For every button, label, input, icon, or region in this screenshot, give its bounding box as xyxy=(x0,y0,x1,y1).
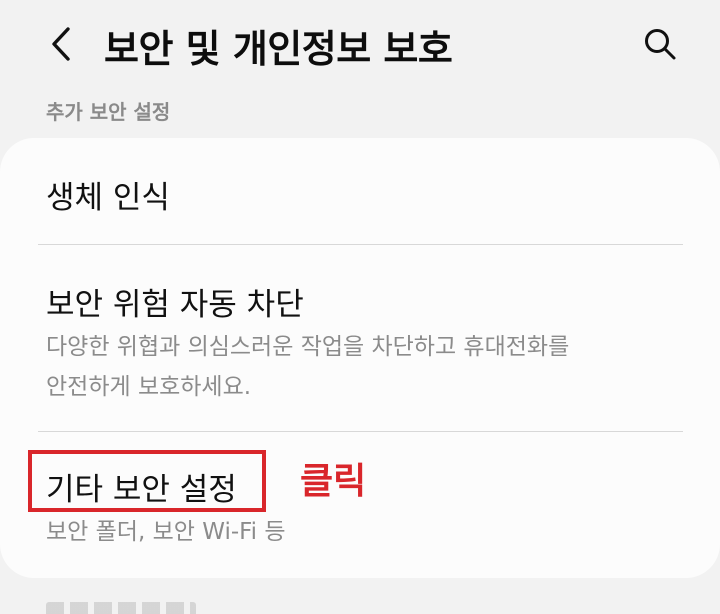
item-title: 보안 위험 자동 차단 xyxy=(46,287,304,323)
item-summary: 다양한 위협과 의심스러운 작업을 차단하고 휴대전화를 xyxy=(46,334,570,360)
click-annotation: 클릭 xyxy=(300,461,367,502)
biometrics-item[interactable]: 생체 인식 xyxy=(0,138,720,244)
item-title: 생체 인식 xyxy=(46,180,170,216)
app-bar: 보안 및 개인정보 보호 xyxy=(0,0,720,92)
auto-blocker-item[interactable]: 보안 위험 자동 차단 다양한 위협과 의심스러운 작업을 차단하고 휴대전화를… xyxy=(0,245,720,431)
highlight-box xyxy=(28,450,266,512)
search-icon xyxy=(645,29,676,60)
search-button[interactable] xyxy=(634,18,686,70)
item-summary: 보안 폴더, 보안 Wi-Fi 등 xyxy=(46,519,286,545)
chevron-left-icon xyxy=(52,27,70,61)
item-summary: 안전하게 보호하세요. xyxy=(46,374,252,400)
next-section-header xyxy=(46,602,196,614)
back-button[interactable] xyxy=(36,20,84,68)
section-header: 추가 보안 설정 xyxy=(46,100,171,124)
next-section-header-peek xyxy=(46,600,196,614)
page-title: 보안 및 개인정보 보호 xyxy=(104,27,453,71)
settings-card: 생체 인식 보안 위험 자동 차단 다양한 위협과 의심스러운 작업을 차단하고… xyxy=(0,138,720,578)
